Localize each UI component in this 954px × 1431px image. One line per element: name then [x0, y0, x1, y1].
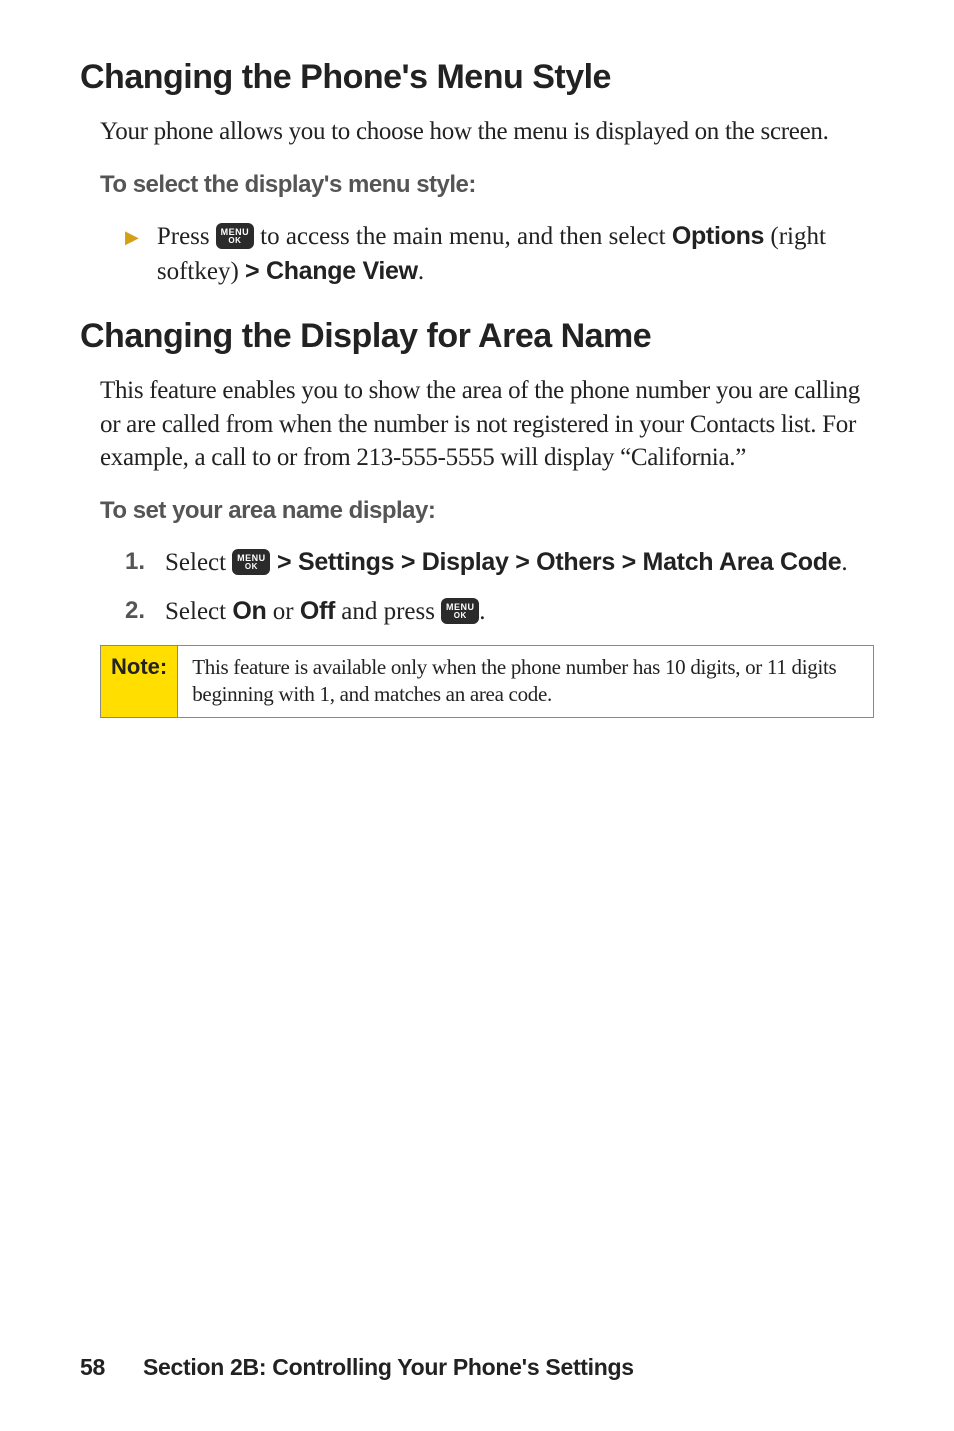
text: . [479, 598, 485, 625]
footer-section-text: Section 2B: Controlling Your Phone's Set… [143, 1354, 634, 1380]
step-2: 2. Select On or Off and press MENUOK. [125, 594, 874, 629]
text: to access the main menu, and then select [254, 223, 672, 250]
note-box: Note: This feature is available only whe… [100, 645, 874, 718]
settings-path: > Settings > Display > Others > Match Ar… [270, 548, 841, 576]
step-number: 1. [125, 545, 145, 579]
step-content: Select On or Off and press MENUOK. [165, 594, 485, 629]
text: Select [165, 549, 232, 576]
change-view-label: > Change View [245, 257, 418, 285]
note-content: This feature is available only when the … [178, 646, 873, 717]
text: Select [165, 598, 232, 625]
page-number: 58 [80, 1354, 105, 1380]
text: . [841, 549, 847, 576]
off-label: Off [300, 597, 335, 625]
page-footer: 58 Section 2B: Controlling Your Phone's S… [80, 1354, 634, 1381]
text: . [418, 258, 424, 285]
heading-area-name: Changing the Display for Area Name [80, 317, 874, 356]
step-1: 1. Select MENUOK > Settings > Display > … [125, 545, 874, 580]
icon-ok-text: OK [228, 237, 241, 245]
bullet-press-menu: ▶ Press MENUOK to access the main menu, … [125, 219, 874, 289]
step-number: 2. [125, 594, 145, 628]
icon-ok-text: OK [245, 563, 258, 571]
intro-area-name: This feature enables you to show the are… [100, 374, 874, 475]
menu-ok-icon: MENUOK [232, 549, 270, 575]
menu-ok-icon: MENUOK [216, 223, 254, 249]
options-label: Options [672, 222, 764, 250]
text: and press [335, 598, 441, 625]
icon-ok-text: OK [454, 612, 467, 620]
intro-menu-style: Your phone allows you to choose how the … [100, 115, 874, 149]
bullet-content: Press MENUOK to access the main menu, an… [157, 219, 874, 289]
note-label: Note: [101, 646, 178, 717]
subheading-select-style: To select the display's menu style: [100, 171, 874, 199]
text: Press [157, 223, 216, 250]
menu-ok-icon: MENUOK [441, 598, 479, 624]
step-content: Select MENUOK > Settings > Display > Oth… [165, 545, 848, 580]
subheading-set-area: To set your area name display: [100, 497, 874, 525]
heading-menu-style: Changing the Phone's Menu Style [80, 58, 874, 97]
on-label: On [232, 597, 266, 625]
text: or [266, 598, 299, 625]
bullet-triangle-icon: ▶ [125, 225, 139, 250]
